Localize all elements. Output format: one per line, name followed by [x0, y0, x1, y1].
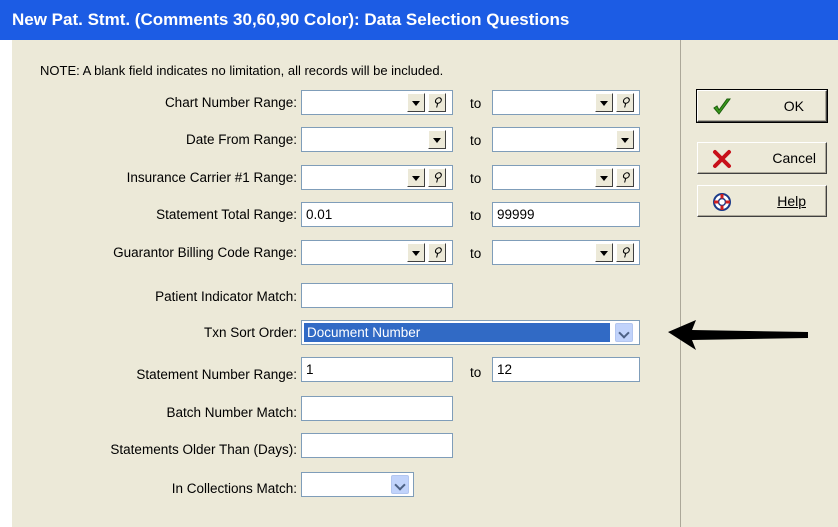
guarantor-billing-from-combo[interactable]: ⚲: [301, 240, 453, 265]
checkmark-icon: [713, 98, 731, 115]
help-button-label: Help: [777, 193, 806, 209]
in-collections-match-select[interactable]: [301, 472, 414, 497]
guarantor-billing-code-range-label: Guarantor Billing Code Range:: [113, 245, 297, 260]
statement-number-to-input[interactable]: 12: [492, 357, 640, 382]
chart-number-from-combo[interactable]: ⚲: [301, 90, 453, 115]
window-title: New Pat. Stmt. (Comments 30,60,90 Color)…: [12, 10, 570, 29]
chart-number-range-label: Chart Number Range:: [164, 95, 297, 110]
insurance-carrier-to-dropdown-button[interactable]: [595, 168, 613, 187]
insurance-carrier-range-label: Insurance Carrier #1 Range:: [126, 170, 297, 185]
date-from-dropdown-button[interactable]: [428, 130, 446, 149]
patient-indicator-match-input[interactable]: [301, 283, 453, 308]
txn-sort-order-value: Document Number: [304, 323, 610, 342]
to-label: to: [470, 171, 482, 186]
insurance-carrier-from-lookup-icon[interactable]: ⚲: [428, 168, 446, 187]
chart-number-to-combo[interactable]: ⚲: [492, 90, 640, 115]
statements-older-than-input[interactable]: [301, 433, 453, 458]
txn-sort-order-dropdown-button[interactable]: [615, 323, 633, 342]
statement-total-range-label: Statement Total Range:: [156, 207, 297, 222]
insurance-carrier-from-dropdown-button[interactable]: [407, 168, 425, 187]
guarantor-billing-from-dropdown-button[interactable]: [407, 243, 425, 262]
batch-number-match-label: Batch Number Match:: [166, 405, 297, 420]
insurance-carrier-to-lookup-icon[interactable]: ⚲: [616, 168, 634, 187]
guarantor-billing-to-lookup-icon[interactable]: ⚲: [616, 243, 634, 262]
chart-number-from-dropdown-button[interactable]: [407, 93, 425, 112]
statement-number-range-label: Statement Number Range:: [136, 367, 297, 382]
txn-sort-order-select[interactable]: Document Number: [301, 320, 640, 345]
to-label: to: [470, 208, 482, 223]
date-from-combo[interactable]: [301, 127, 453, 152]
statement-total-from-input[interactable]: 0.01: [301, 202, 453, 227]
txn-sort-order-label: Txn Sort Order:: [203, 325, 297, 340]
date-to-combo[interactable]: [492, 127, 640, 152]
guarantor-billing-to-dropdown-button[interactable]: [595, 243, 613, 262]
ok-button[interactable]: OK: [696, 89, 828, 123]
insurance-carrier-to-combo[interactable]: ⚲: [492, 165, 640, 190]
to-label: to: [470, 96, 482, 111]
chart-number-to-dropdown-button[interactable]: [595, 93, 613, 112]
chart-number-to-lookup-icon[interactable]: ⚲: [616, 93, 634, 112]
statement-number-from-input[interactable]: 1: [301, 357, 453, 382]
to-label: to: [470, 246, 482, 261]
date-from-range-label: Date From Range:: [185, 132, 297, 147]
patient-indicator-match-label: Patient Indicator Match:: [155, 289, 297, 304]
insurance-carrier-from-combo[interactable]: ⚲: [301, 165, 453, 190]
statements-older-than-label: Statements Older Than (Days):: [110, 442, 297, 457]
guarantor-billing-to-combo[interactable]: ⚲: [492, 240, 640, 265]
chart-number-from-lookup-icon[interactable]: ⚲: [428, 93, 446, 112]
guarantor-billing-from-lookup-icon[interactable]: ⚲: [428, 243, 446, 262]
statement-total-to-input[interactable]: 99999: [492, 202, 640, 227]
help-button[interactable]: Help: [697, 185, 827, 217]
to-label: to: [470, 365, 482, 380]
left-border: [0, 40, 12, 527]
date-to-dropdown-button[interactable]: [616, 130, 634, 149]
annotation-arrow-icon: [668, 320, 808, 350]
lifebuoy-help-icon: [713, 193, 731, 211]
to-label: to: [470, 133, 482, 148]
cancel-button[interactable]: Cancel: [697, 142, 827, 174]
batch-number-match-input[interactable]: [301, 396, 453, 421]
cancel-button-label: Cancel: [772, 150, 816, 166]
cancel-x-icon: [713, 150, 731, 168]
note-text: NOTE: A blank field indicates no limitat…: [40, 63, 444, 78]
ok-button-label: OK: [783, 98, 804, 114]
title-bar[interactable]: New Pat. Stmt. (Comments 30,60,90 Color)…: [0, 0, 838, 40]
in-collections-match-dropdown-button[interactable]: [391, 475, 409, 494]
in-collections-match-label: In Collections Match:: [171, 481, 297, 496]
